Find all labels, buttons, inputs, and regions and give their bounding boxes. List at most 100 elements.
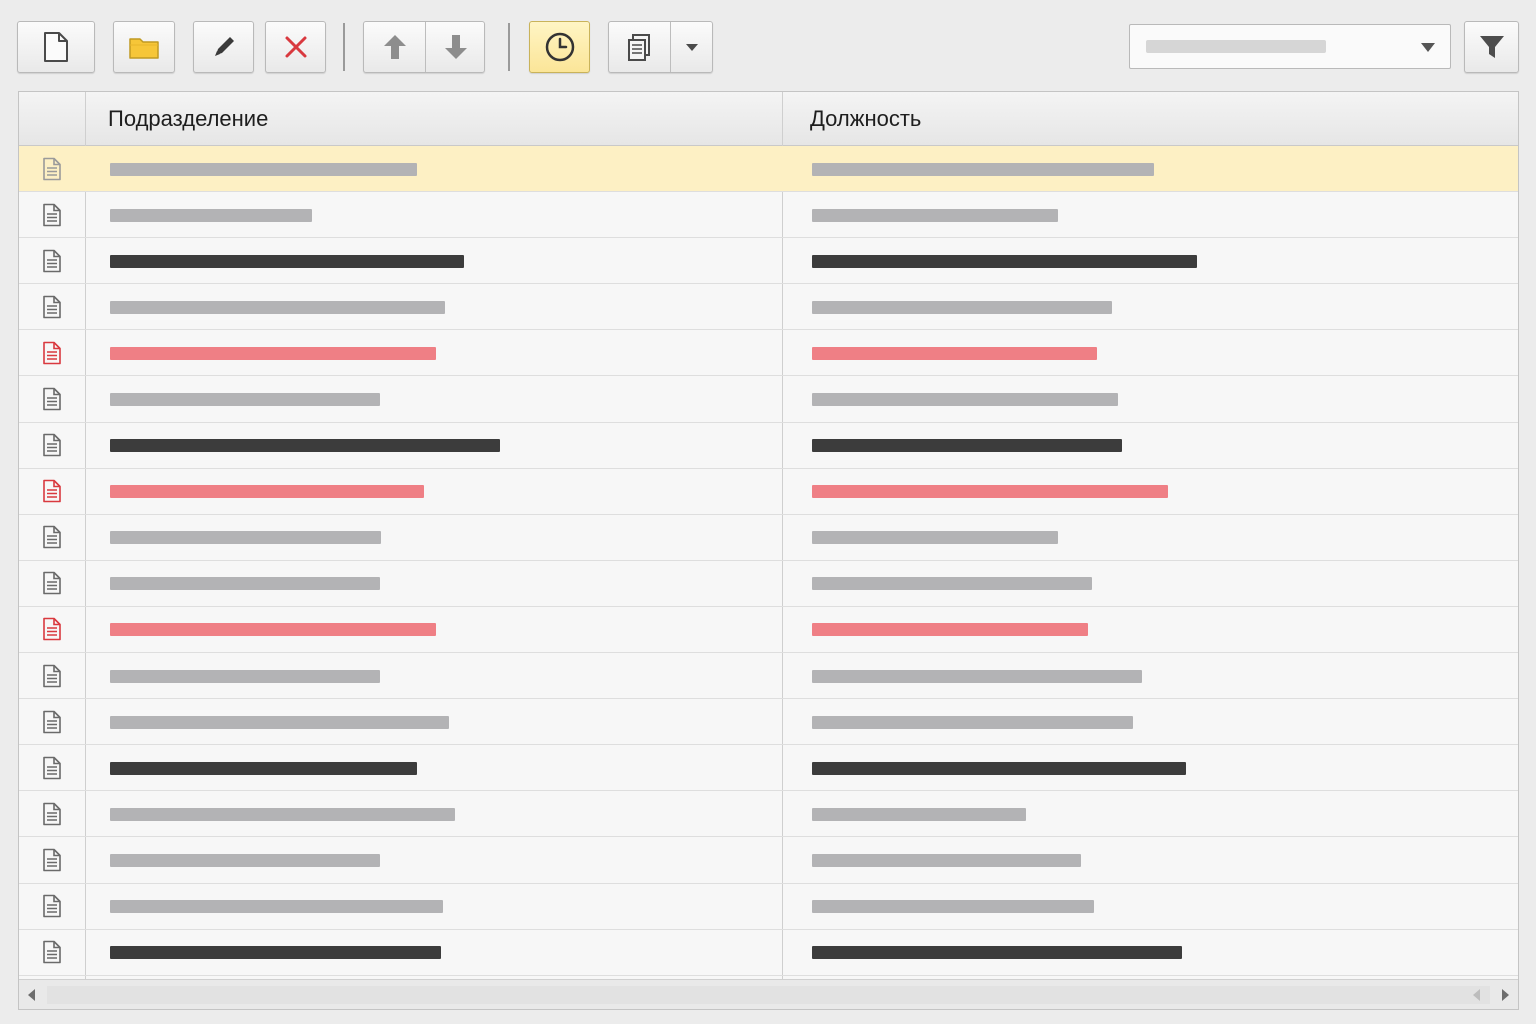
open-folder-button[interactable] [113, 21, 175, 73]
arrow-up-icon [383, 35, 406, 59]
row-icon-cell [19, 837, 85, 882]
department-cell [110, 900, 443, 914]
document-icon [43, 618, 61, 641]
table-row[interactable] [19, 376, 1518, 423]
position-cell [812, 254, 1197, 268]
printer-icon [627, 34, 650, 61]
table-row[interactable] [19, 238, 1518, 285]
filter-icon [1479, 36, 1504, 58]
position-cell [812, 439, 1122, 453]
print-group [608, 21, 713, 73]
document-icon [43, 295, 61, 319]
table-row[interactable] [19, 745, 1518, 792]
table-row[interactable] [19, 192, 1518, 239]
table-row[interactable] [19, 791, 1518, 838]
position-cell [812, 485, 1168, 499]
document-icon [43, 572, 61, 595]
scroll-left-icon[interactable] [1472, 988, 1482, 1002]
position-cell [812, 946, 1182, 960]
row-icon-cell [19, 515, 85, 560]
move-up-button[interactable] [364, 22, 425, 72]
table-row[interactable] [19, 930, 1518, 976]
view-select[interactable] [1129, 24, 1451, 69]
chevron-down-icon [686, 44, 698, 51]
table-row[interactable] [19, 561, 1518, 607]
print-menu-button[interactable] [670, 22, 714, 72]
grid-header: Подразделение Должность [19, 92, 1518, 146]
table-row[interactable] [19, 884, 1518, 930]
position-cell [812, 162, 1154, 176]
document-icon [43, 479, 61, 503]
department-cell [110, 853, 380, 867]
table-row[interactable] [19, 607, 1518, 654]
document-icon [43, 848, 61, 872]
filter-button[interactable] [1464, 21, 1519, 73]
document-icon [43, 802, 61, 826]
row-icon-cell [19, 699, 85, 744]
position-cell [812, 623, 1088, 637]
position-cell [812, 208, 1058, 222]
document-icon [43, 940, 61, 964]
grid-rows [19, 146, 1518, 976]
document-icon [43, 664, 61, 687]
print-button[interactable] [609, 22, 670, 72]
history-button[interactable] [529, 21, 590, 73]
row-icon-cell [19, 745, 85, 790]
table-row[interactable] [19, 653, 1518, 700]
position-cell [812, 346, 1097, 360]
document-icon [43, 433, 61, 457]
scroll-right-icon[interactable] [1500, 988, 1510, 1002]
move-down-button[interactable] [425, 22, 486, 72]
scroll-left-icon[interactable] [27, 988, 37, 1002]
toolbar-separator [508, 23, 510, 71]
row-icon-cell [19, 561, 85, 606]
document-icon [43, 525, 61, 549]
department-cell [110, 761, 417, 775]
table-row[interactable] [19, 699, 1518, 746]
row-icon-cell [19, 469, 85, 514]
document-icon [43, 341, 61, 365]
delete-button[interactable] [265, 21, 326, 73]
row-icon-cell [19, 238, 85, 283]
position-cell [812, 669, 1142, 683]
table-row[interactable] [19, 284, 1518, 331]
document-icon [44, 32, 68, 62]
position-cell [812, 807, 1026, 821]
column-header-department[interactable]: Подразделение [108, 92, 708, 146]
row-icon-cell [19, 192, 85, 237]
table-row[interactable] [19, 469, 1518, 515]
position-cell [812, 761, 1186, 775]
table-row[interactable] [19, 146, 1518, 193]
data-grid: Подразделение Должность [18, 91, 1519, 1010]
arrow-down-icon [444, 35, 467, 59]
table-row[interactable] [19, 423, 1518, 469]
row-icon-cell [19, 930, 85, 975]
horizontal-scrollbar[interactable] [19, 979, 1518, 1009]
document-icon [43, 203, 61, 226]
department-cell [110, 208, 312, 222]
close-icon [285, 36, 306, 58]
table-row[interactable] [19, 330, 1518, 377]
toolbar-separator [343, 23, 345, 71]
row-icon-cell [19, 284, 85, 329]
scrollbar-track[interactable] [47, 986, 1490, 1004]
table-row[interactable] [19, 515, 1518, 561]
select-value [1146, 40, 1326, 53]
column-header-label: Должность [810, 106, 922, 131]
department-cell [110, 715, 449, 729]
document-icon [43, 387, 61, 411]
position-cell [812, 393, 1118, 407]
document-icon [43, 157, 61, 180]
department-cell [110, 346, 436, 360]
position-cell [812, 577, 1092, 591]
folder-icon [129, 38, 159, 59]
row-icon-cell [19, 423, 85, 468]
position-cell [812, 300, 1112, 314]
edit-button[interactable] [193, 21, 254, 73]
department-cell [110, 946, 441, 960]
new-document-button[interactable] [17, 21, 95, 73]
row-icon-cell [19, 146, 85, 191]
column-header-position[interactable]: Должность [810, 92, 1410, 146]
table-row[interactable] [19, 837, 1518, 884]
row-icon-cell [19, 376, 85, 421]
